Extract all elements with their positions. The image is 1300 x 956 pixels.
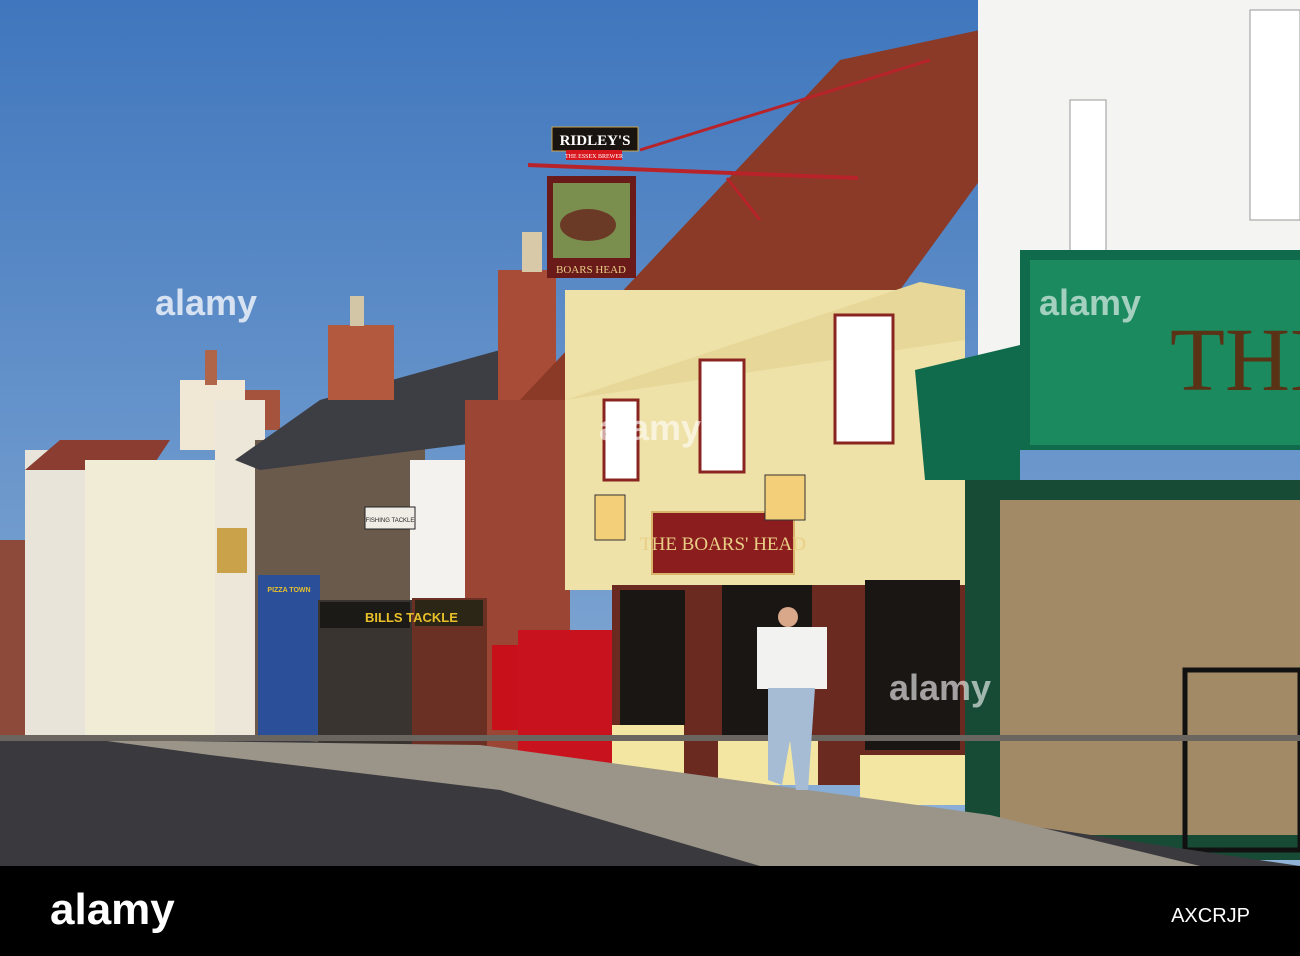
footer-bar	[0, 866, 1300, 956]
post-box	[492, 645, 520, 730]
pub-fascia-text: THE BOARS' HEAD	[640, 534, 806, 555]
watermark-lower: alamy	[889, 667, 991, 708]
photo-canvas: THE BOARS' HEAD RIDLEY'S THE ESSEX BREWE…	[0, 0, 1300, 956]
watermark-center: alamy	[599, 407, 701, 448]
hanging-sign-text: BOARS HEAD	[556, 264, 626, 276]
pizza-shop-text: PIZZA TOWN	[267, 587, 310, 594]
watermark-right: alamy	[1039, 282, 1141, 323]
green-shop-sign-text: THE	[1170, 311, 1300, 410]
image-id: AXCRJP	[1171, 905, 1250, 927]
footer-logo: alamy	[50, 885, 175, 934]
watermark-left: alamy	[155, 282, 257, 323]
brewery-sign-text: RIDLEY'S	[560, 133, 631, 149]
tackle-shop-text: BILLS TACKLE	[365, 610, 458, 625]
fishing-sign-text: FISHING TACKLE	[366, 518, 415, 524]
street-photo: THE BOARS' HEAD RIDLEY'S THE ESSEX BREWE…	[0, 0, 1300, 956]
brewery-tagline-text: THE ESSEX BREWER	[565, 154, 623, 160]
